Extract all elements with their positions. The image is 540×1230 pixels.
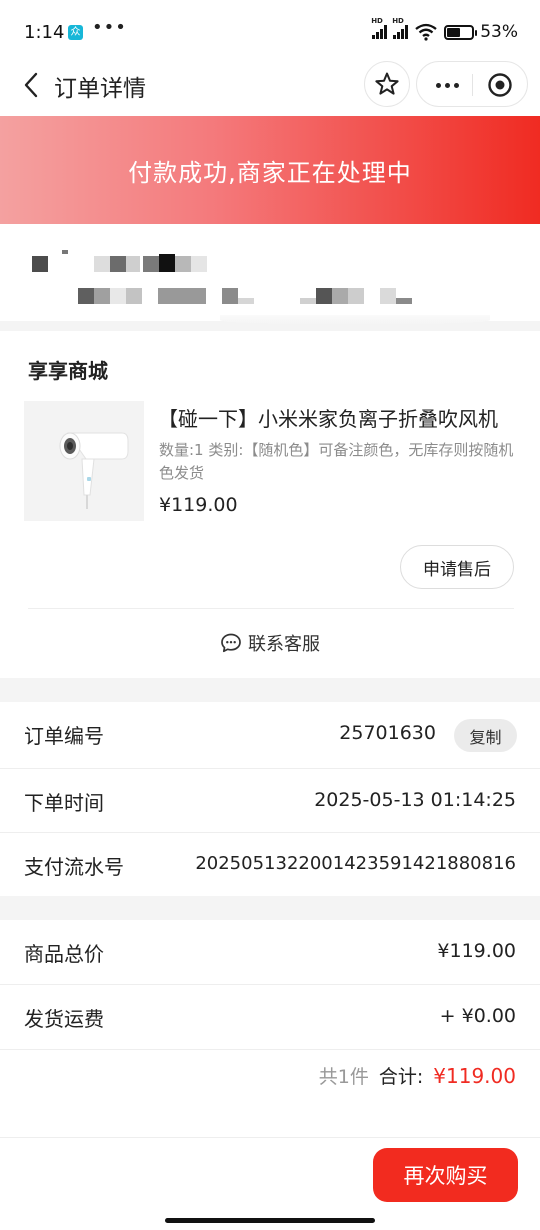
redacted-address xyxy=(32,256,48,272)
order-item-card: 享享商城 【碰一下】小米米家负离子折叠吹风机 数量:1 类别:【随机色】可备注颜… xyxy=(0,331,540,678)
order-time-value: 2025-05-13 01:14:25 xyxy=(314,789,516,811)
redacted-address xyxy=(126,256,140,272)
target-icon xyxy=(488,73,512,97)
shipping-fee-value: + ¥0.00 xyxy=(439,1005,516,1027)
contact-service-label: 联系客服 xyxy=(248,634,320,655)
more-dots-icon[interactable] xyxy=(425,70,469,100)
redacted-address xyxy=(175,256,191,272)
chat-bubble-icon xyxy=(221,633,241,653)
order-details-card: 订单编号 25701630 复制 下单时间 2025-05-13 01:14:2… xyxy=(0,702,540,896)
item-count: 共1件 xyxy=(318,1066,369,1088)
order-time-label: 下单时间 xyxy=(24,791,104,815)
redacted-address xyxy=(94,288,110,304)
navigation-bar: 订单详情 xyxy=(0,58,540,116)
redacted-address xyxy=(158,288,206,304)
total-label: 合计: xyxy=(378,1066,424,1088)
shipping-fee-row: 发货运费 + ¥0.00 xyxy=(0,985,540,1050)
redacted-address xyxy=(222,288,238,304)
signal-icon-2: HD xyxy=(392,17,409,39)
payment-serial-row: 支付流水号 2025051322001423591421880816 xyxy=(0,833,540,896)
status-time: 1:14 xyxy=(24,22,65,43)
app-notification-icon: 众 xyxy=(68,25,83,40)
shop-name[interactable]: 享享商城 xyxy=(28,355,108,384)
buy-again-button[interactable]: 再次购买 xyxy=(373,1148,518,1202)
redacted-address xyxy=(78,288,94,304)
battery-level xyxy=(447,27,460,37)
product-title[interactable]: 【碰一下】小米米家负离子折叠吹风机 xyxy=(158,403,514,432)
hd-label-2: HD xyxy=(392,17,404,25)
payment-success-banner: 付款成功,商家正在处理中 xyxy=(0,116,540,224)
redacted-address xyxy=(396,298,412,304)
payment-status-text: 付款成功,商家正在处理中 xyxy=(128,158,412,187)
close-target-icon[interactable] xyxy=(485,70,515,100)
product-image[interactable] xyxy=(24,401,144,521)
product-spec: 数量:1 类别:【随机色】可备注颜色，无库存则按随机色发货 xyxy=(159,441,514,482)
favorite-button[interactable] xyxy=(364,61,410,107)
status-indicators: HD HD 53% xyxy=(371,17,518,42)
order-total: 共1件 合计: ¥119.00 xyxy=(319,1062,516,1089)
price-summary-card: 商品总价 ¥119.00 发货运费 + ¥0.00 共1件 合计: ¥119.0… xyxy=(0,920,540,1137)
page-title: 订单详情 xyxy=(54,76,146,102)
star-icon xyxy=(375,72,399,95)
battery-percent: 53% xyxy=(480,22,518,42)
order-number-value: 25701630 xyxy=(339,722,436,744)
goods-total-label: 商品总价 xyxy=(24,942,104,966)
payment-serial-label: 支付流水号 xyxy=(24,855,124,879)
payment-serial-value: 2025051322001423591421880816 xyxy=(195,853,516,874)
redacted-address xyxy=(238,298,254,304)
redacted-address xyxy=(62,250,68,254)
order-number-label: 订单编号 xyxy=(24,724,104,748)
hair-dryer-image xyxy=(24,401,144,521)
goods-total-value: ¥119.00 xyxy=(437,940,516,962)
redacted-address xyxy=(348,288,364,304)
home-indicator[interactable] xyxy=(165,1218,375,1223)
redacted-address xyxy=(94,256,110,272)
wifi-icon xyxy=(415,23,437,41)
redacted-address xyxy=(380,288,396,304)
hd-label: HD xyxy=(371,17,383,25)
order-number-row: 订单编号 25701630 复制 xyxy=(0,702,540,769)
redacted-address xyxy=(191,256,207,272)
more-notifications-icon: ••• xyxy=(92,17,127,38)
shipping-fee-label: 发货运费 xyxy=(24,1007,104,1031)
redacted-address xyxy=(332,288,348,304)
mini-program-capsule xyxy=(416,61,528,107)
goods-total-row: 商品总价 ¥119.00 xyxy=(0,920,540,985)
bottom-action-bar: 再次购买 xyxy=(0,1137,540,1230)
total-amount: ¥119.00 xyxy=(433,1064,516,1088)
capsule-divider xyxy=(472,74,473,96)
address-card-edge xyxy=(220,315,490,325)
redacted-address xyxy=(110,256,126,272)
redacted-address xyxy=(159,254,175,272)
contact-service-button[interactable]: 联系客服 xyxy=(0,626,540,660)
copy-button[interactable]: 复制 xyxy=(454,719,517,752)
shipping-address-card[interactable] xyxy=(0,224,540,325)
redacted-address xyxy=(316,288,332,304)
signal-icon: HD xyxy=(371,17,388,39)
back-arrow-icon[interactable] xyxy=(18,70,48,100)
status-bar: 1:14 众 ••• HD HD 53% xyxy=(0,0,540,58)
redacted-address xyxy=(300,298,316,304)
redacted-address xyxy=(126,288,142,304)
apply-aftersale-button[interactable]: 申请售后 xyxy=(400,545,514,589)
battery-icon xyxy=(444,24,478,40)
product-price: ¥119.00 xyxy=(159,494,238,516)
redacted-address xyxy=(110,288,126,304)
redacted-address xyxy=(143,256,159,272)
divider xyxy=(28,608,514,609)
order-time-row: 下单时间 2025-05-13 01:14:25 xyxy=(0,769,540,833)
